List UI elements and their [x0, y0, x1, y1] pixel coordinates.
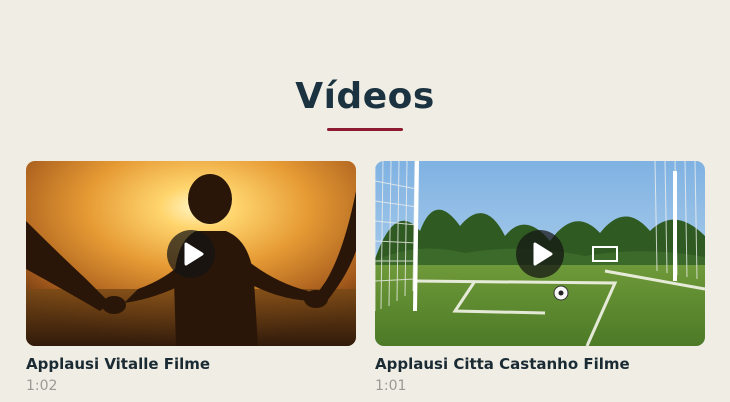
video-thumbnail[interactable]: [375, 161, 705, 346]
video-thumbnail[interactable]: [26, 161, 356, 346]
play-icon: [533, 242, 553, 265]
video-title[interactable]: Applausi Citta Castanho Filme: [375, 355, 705, 373]
video-card: Applausi Vitalle Filme 1:02: [26, 161, 356, 395]
play-button[interactable]: [516, 229, 564, 278]
play-icon: [184, 242, 204, 265]
video-card: Applausi Citta Castanho Filme 1:01: [375, 161, 705, 395]
video-title[interactable]: Applausi Vitalle Filme: [26, 355, 356, 373]
video-duration: 1:02: [26, 378, 58, 394]
title-underline-divider: [327, 128, 403, 131]
play-button[interactable]: [167, 229, 215, 278]
video-duration: 1:01: [375, 378, 407, 394]
page-title: Vídeos: [295, 76, 435, 118]
